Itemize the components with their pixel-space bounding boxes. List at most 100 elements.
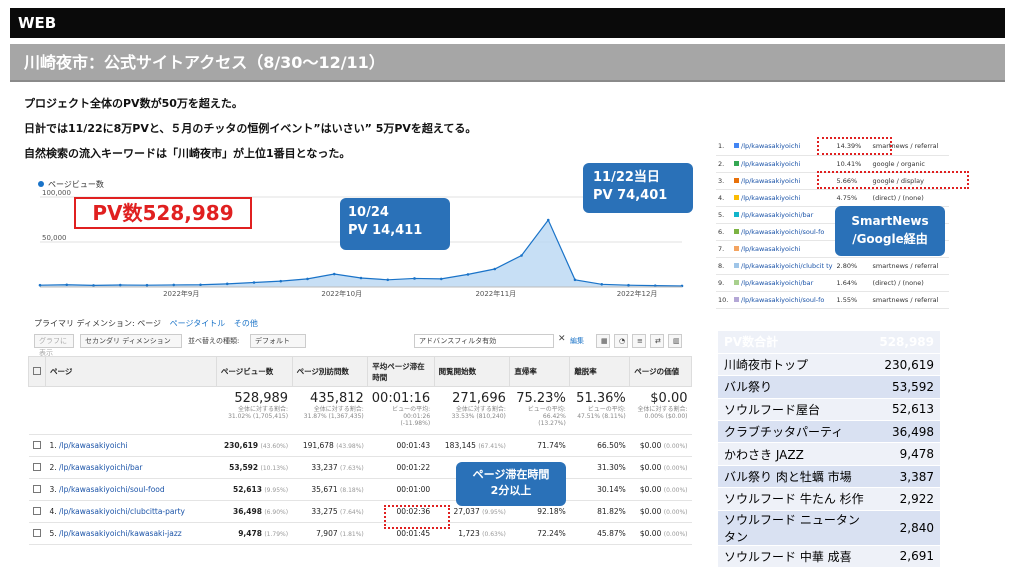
bullet-2: 日計では11/22に8万PVと、５月のチッタの恒例イベント”はいさい” 5万PV… xyxy=(24,122,477,135)
table-header-row: ページ ページビュー数 ページ別訪問数 平均ページ滞在時間 閲覧開始数 直帰率 … xyxy=(28,356,692,387)
callout-stay-time: ページ滞在時間 2分以上 xyxy=(456,462,566,506)
source-row: 4./lp/kawasakiyoichi 4.75% (direct) / (non… xyxy=(716,189,949,207)
row-checkbox[interactable] xyxy=(28,434,46,457)
col-pageviews[interactable]: ページビュー数 xyxy=(215,356,293,387)
page-link[interactable]: /lp/kawasakiyoichi/soul-food xyxy=(59,485,165,494)
col-exit[interactable]: 離脱率 xyxy=(569,356,631,387)
comparison-view-icon[interactable]: ⇄ xyxy=(650,334,664,348)
dimension-link-other[interactable]: その他 xyxy=(234,319,258,328)
series-color-icon xyxy=(734,211,739,217)
col-entrances[interactable]: 閲覧開始数 xyxy=(433,356,511,387)
data-point xyxy=(493,267,497,271)
series-color-icon xyxy=(734,245,739,251)
data-point xyxy=(386,278,390,282)
y-tick-label: 100,000 xyxy=(42,189,71,197)
data-point xyxy=(92,284,95,287)
data-point xyxy=(573,278,577,282)
performance-view-icon[interactable]: ≡ xyxy=(632,334,646,348)
chart-legend: ページビュー数 xyxy=(38,179,104,190)
select-all-checkbox[interactable] xyxy=(28,356,46,387)
data-point xyxy=(225,282,229,286)
source-row: 9./lp/kawasakiyoichi/bar 1.64% (direct) / … xyxy=(716,274,949,292)
data-point xyxy=(279,279,283,283)
table-row[interactable]: 5. /lp/kawasakiyoichi/kawasaki-jazz 9,478… xyxy=(28,522,692,545)
row-checkbox[interactable] xyxy=(28,478,46,501)
section-header: WEB xyxy=(10,8,1005,38)
pv-summary-header: PV数合計 528,989 xyxy=(718,331,940,354)
pie-view-icon[interactable]: ◔ xyxy=(614,334,628,348)
row-checkbox[interactable] xyxy=(28,522,46,545)
x-tick-label: 2022年12月 xyxy=(617,289,658,298)
col-page[interactable]: ページ xyxy=(45,356,217,387)
series-color-icon xyxy=(734,194,739,200)
page-link[interactable]: /lp/kawasakiyoichi xyxy=(59,441,127,450)
x-tick-label: 2022年11月 xyxy=(475,289,516,298)
data-point xyxy=(359,276,363,280)
pv-row: ソウルフード ニュータンタン 2,840 xyxy=(718,510,940,546)
page-link[interactable]: /lp/kawasakiyoichi/bar xyxy=(59,463,142,472)
x-tick-label: 2022年9月 xyxy=(163,289,199,298)
series-color-icon xyxy=(734,296,739,302)
sort-label: 並べ替えの種類: xyxy=(188,337,240,345)
callout-1024: 10/24 PV 14,411 xyxy=(340,198,450,250)
data-point xyxy=(546,218,550,222)
series-color-icon xyxy=(734,228,739,234)
clear-filter-icon[interactable]: ✕ xyxy=(558,334,566,344)
series-color-icon xyxy=(734,262,739,268)
data-point xyxy=(413,277,416,280)
sort-select[interactable]: デフォルト xyxy=(250,334,306,348)
pv-row: ソウルフード 中華 成喜 2,691 xyxy=(718,545,940,568)
col-value[interactable]: ページの価値 xyxy=(629,356,692,387)
pv-row: バル祭り 肉と牡蠣 市場 3,387 xyxy=(718,465,940,489)
page-link[interactable]: /lp/kawasakiyoichi/kawasaki-jazz xyxy=(59,529,182,538)
source-row: 8./lp/kawasakiyoichi/clubcit ty 2.80% smar… xyxy=(716,257,949,275)
series-color-icon xyxy=(734,143,739,149)
x-tick-label: 2022年10月 xyxy=(321,289,362,298)
pv-total-box: PV数528,989 xyxy=(74,197,252,229)
dimension-row: プライマリ ディメンション: ページ ページタイトル その他 xyxy=(34,319,258,328)
col-avg-time[interactable]: 平均ページ滞在時間 xyxy=(367,356,435,387)
dimension-link-title[interactable]: ページタイトル xyxy=(170,319,226,328)
smartnews-highlight xyxy=(817,137,892,155)
row-checkbox[interactable] xyxy=(28,500,46,523)
show-graph-button[interactable]: グラフに表示 xyxy=(34,334,74,357)
table-row[interactable]: 1. /lp/kawasakiyoichi 230,619 (43.60%) 191… xyxy=(28,434,692,457)
google-highlight xyxy=(817,171,969,189)
page-link[interactable]: /lp/kawasakiyoichi/clubcitta-party xyxy=(59,507,185,516)
legend-dot-icon xyxy=(38,181,44,187)
pv-summary-table: PV数合計 528,989 川崎夜市トップ 230,619 バル祭り 53,592 ソウル… xyxy=(718,331,940,568)
bullet-1: プロジェクト全体のPV数が50万を超えた。 xyxy=(24,97,243,110)
ga-page-table: ページ ページビュー数 ページ別訪問数 平均ページ滞在時間 閲覧開始数 直帰率 … xyxy=(28,356,692,545)
data-point xyxy=(520,254,523,257)
data-point xyxy=(332,272,336,276)
pivot-view-icon[interactable]: ▥ xyxy=(668,334,682,348)
callout-1122: 11/22当日 PV 74,401 xyxy=(583,163,693,213)
series-color-icon xyxy=(734,177,739,183)
stay-time-highlight xyxy=(384,505,450,529)
col-bounce[interactable]: 直帰率 xyxy=(509,356,571,387)
secondary-dimension-select[interactable]: セカンダリ ディメンション xyxy=(80,334,182,348)
table-controls: グラフに表示 セカンダリ ディメンション 並べ替えの種類: デフォルト アドバン… xyxy=(34,332,689,357)
totals-row: 528,989 全体に対する割合: 31.02% (1,705,415) 435,… xyxy=(28,386,692,435)
data-point xyxy=(65,283,69,287)
col-unique-views[interactable]: ページ別訪問数 xyxy=(291,356,369,387)
table-view-icon[interactable]: ▦ xyxy=(596,334,610,348)
page-title: 川崎夜市：公式サイトアクセス（8/30〜12/11） xyxy=(10,44,1005,82)
data-point xyxy=(172,283,176,287)
bullet-3: 自然検索の流入キーワードは「川崎夜市」が上位1番目となった。 xyxy=(24,147,351,160)
table-row[interactable]: 2. /lp/kawasakiyoichi/bar 53,592 (10.13%)… xyxy=(28,456,692,479)
summary-bullets: プロジェクト全体のPV数が50万を超えた。 日計では11/22に8万PVと、５月… xyxy=(24,94,476,169)
data-point xyxy=(252,281,256,284)
pv-row: ソウルフード屋台 52,613 xyxy=(718,398,940,422)
source-row: 2./lp/kawasakiyoichi 10.41% google / organ… xyxy=(716,155,949,173)
table-row[interactable]: 3. /lp/kawasakiyoichi/soul-food 52,613 (9… xyxy=(28,478,692,501)
source-row: 10./lp/kawasakiyoichi/soul-fo 1.55% smartn… xyxy=(716,291,949,309)
callout-smartnews: SmartNews/Google経由 xyxy=(835,206,945,256)
series-color-icon xyxy=(734,160,739,166)
data-point xyxy=(627,283,630,287)
row-checkbox[interactable] xyxy=(28,456,46,479)
edit-link[interactable]: 編集 xyxy=(570,336,584,346)
table-row[interactable]: 4. /lp/kawasakiyoichi/clubcitta-party 36,… xyxy=(28,500,692,523)
data-point xyxy=(199,283,202,287)
advanced-filter-field[interactable]: アドバンスフィルタ有効 xyxy=(414,334,554,348)
